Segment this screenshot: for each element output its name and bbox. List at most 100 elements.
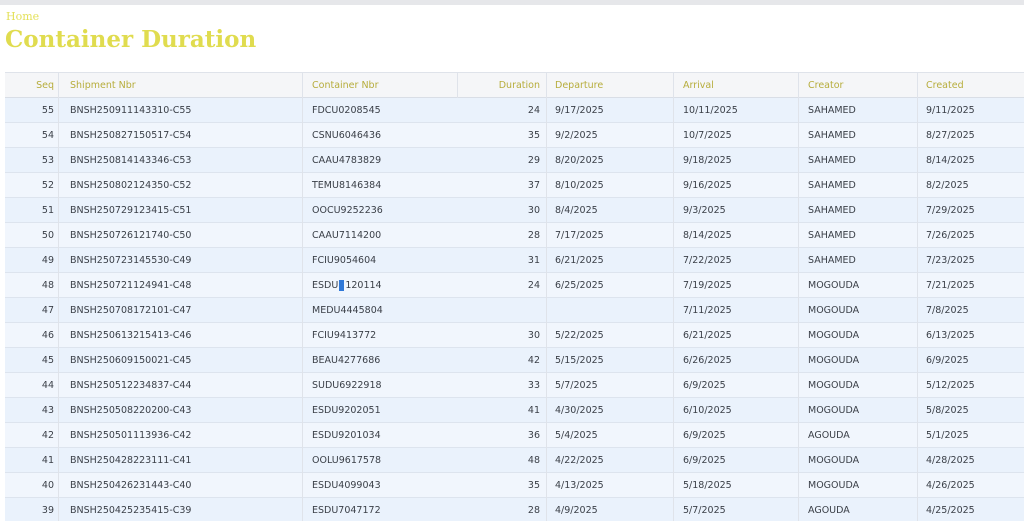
column-header-shipment-nbr[interactable]: Shipment Nbr (58, 73, 302, 98)
cell-container-nbr[interactable]: FCIU9413772 (302, 323, 457, 348)
cell-seq: 54 (41, 130, 54, 141)
cell-container-nbr[interactable]: ESDU7047172 (302, 498, 457, 521)
cell-created: 7/23/2025 (917, 248, 1024, 273)
table-row[interactable]: 54 BNSH250827150517-C54 CSNU6046436 35 9/2/2… (5, 123, 1024, 148)
cell-duration: 24 (527, 105, 540, 116)
cell-creator: MOGOUDA (798, 298, 917, 323)
table-row[interactable]: 55 BNSH250911143310-C55 FDCU0208545 24 9/17/… (5, 98, 1024, 123)
cell-creator: AGOUDA (798, 498, 917, 521)
table-row[interactable]: 46 BNSH250613215413-C46 FCIU9413772 30 5/22/… (5, 323, 1024, 348)
table-row[interactable]: 53 BNSH250814143346-C53 CAAU4783829 29 8/20/… (5, 148, 1024, 173)
cell-arrival: 5/18/2025 (673, 473, 798, 498)
cell-seq: 50 (41, 230, 54, 241)
table-row[interactable]: 48 BNSH250721124941-C48 ESDU 120114 24 6/25/2… (5, 273, 1024, 298)
cell-creator: SAHAMED (798, 123, 917, 148)
table-row[interactable]: 43 BNSH250508220200-C43 ESDU9202051 41 4/30/… (5, 398, 1024, 423)
cell-created: 7/8/2025 (917, 298, 1024, 323)
cell-seq: 40 (41, 480, 54, 491)
cell-created: 5/8/2025 (917, 398, 1024, 423)
cell-container-nbr[interactable]: ESDU9202051 (302, 398, 457, 423)
cell-shipment-nbr: BNSH250911143310-C55 (58, 98, 302, 123)
cell-creator: MOGOUDA (798, 348, 917, 373)
table-row[interactable]: 50 BNSH250726121740-C50 CAAU7114200 28 7/17/… (5, 223, 1024, 248)
cell-departure: 4/22/2025 (546, 448, 673, 473)
cell-arrival: 9/18/2025 (673, 148, 798, 173)
cell-duration: 48 (527, 455, 540, 466)
table-row[interactable]: 44 BNSH250512234837-C44 SUDU6922918 33 5/7/2… (5, 373, 1024, 398)
cell-departure: 8/10/2025 (546, 173, 673, 198)
cell-container-nbr[interactable]: CSNU6046436 (302, 123, 457, 148)
cell-created: 6/9/2025 (917, 348, 1024, 373)
cell-duration: 37 (527, 180, 540, 191)
cell-creator: MOGOUDA (798, 473, 917, 498)
cell-container-nbr[interactable]: ESDU9201034 (302, 423, 457, 448)
cell-created: 5/12/2025 (917, 373, 1024, 398)
table-row[interactable]: 40 BNSH250426231443-C40 ESDU4099043 35 4/13/… (5, 473, 1024, 498)
cell-arrival: 6/26/2025 (673, 348, 798, 373)
cell-creator: MOGOUDA (798, 273, 917, 298)
table-row[interactable]: 41 BNSH250428223111-C41 OOLU9617578 48 4/22/… (5, 448, 1024, 473)
column-header-creator[interactable]: Creator (798, 73, 917, 98)
cell-duration: 36 (527, 430, 540, 441)
column-header-container-nbr[interactable]: Container Nbr (302, 73, 457, 98)
cell-arrival: 6/10/2025 (673, 398, 798, 423)
container-nbr-part: 120114 (345, 280, 382, 291)
table-row[interactable]: 47 BNSH250708172101-C47 MEDU4445804 7/11/20… (5, 298, 1024, 323)
cell-shipment-nbr: BNSH250827150517-C54 (58, 123, 302, 148)
cell-duration: 30 (527, 205, 540, 216)
cell-shipment-nbr: BNSH250723145530-C49 (58, 248, 302, 273)
cell-duration (457, 298, 546, 323)
cell-departure: 9/17/2025 (546, 98, 673, 123)
cell-creator: SAHAMED (798, 198, 917, 223)
cell-duration: 30 (527, 330, 540, 341)
column-header-duration[interactable]: Duration (457, 73, 546, 98)
cell-container-nbr[interactable]: CAAU7114200 (302, 223, 457, 248)
cell-container-nbr[interactable]: MEDU4445804 (302, 298, 457, 323)
cell-container-nbr[interactable]: ESDU 120114 (302, 273, 457, 298)
container-duration-grid: Seq Shipment Nbr Container Nbr Duration … (5, 72, 1024, 521)
cell-seq: 39 (41, 505, 54, 516)
cell-creator: MOGOUDA (798, 448, 917, 473)
column-header-created[interactable]: Created (917, 73, 1024, 98)
cell-seq: 44 (41, 380, 54, 391)
cell-container-nbr[interactable]: ESDU4099043 (302, 473, 457, 498)
cell-creator: SAHAMED (798, 248, 917, 273)
cell-departure: 5/22/2025 (546, 323, 673, 348)
breadcrumb-home-link[interactable]: Home (6, 10, 39, 23)
table-row[interactable]: 42 BNSH250501113936-C42 ESDU9201034 36 5/4/2… (5, 423, 1024, 448)
table-row[interactable]: 49 BNSH250723145530-C49 FCIU9054604 31 6/21/… (5, 248, 1024, 273)
page-title: Container Duration (5, 26, 257, 53)
cell-container-nbr[interactable]: FCIU9054604 (302, 248, 457, 273)
cell-container-nbr[interactable]: CAAU4783829 (302, 148, 457, 173)
cell-departure: 5/7/2025 (546, 373, 673, 398)
cell-seq: 41 (41, 455, 54, 466)
cell-seq: 52 (41, 180, 54, 191)
table-row[interactable]: 51 BNSH250729123415-C51 OOCU9252236 30 8/4/2… (5, 198, 1024, 223)
cell-container-nbr[interactable]: OOCU9252236 (302, 198, 457, 223)
cell-container-nbr[interactable]: BEAU4277686 (302, 348, 457, 373)
table-row[interactable]: 45 BNSH250609150021-C45 BEAU4277686 42 5/15/… (5, 348, 1024, 373)
cell-seq: 55 (41, 105, 54, 116)
cell-created: 8/2/2025 (917, 173, 1024, 198)
cell-created: 8/14/2025 (917, 148, 1024, 173)
cell-duration: 35 (527, 130, 540, 141)
cell-container-nbr[interactable]: OOLU9617578 (302, 448, 457, 473)
table-row[interactable]: 39 BNSH250425235415-C39 ESDU7047172 28 4/9/2… (5, 498, 1024, 521)
cell-duration: 35 (527, 480, 540, 491)
table-row[interactable]: 52 BNSH250802124350-C52 TEMU8146384 37 8/10/… (5, 173, 1024, 198)
cell-created: 4/26/2025 (917, 473, 1024, 498)
column-header-departure[interactable]: Departure (546, 73, 673, 98)
cell-departure (546, 298, 673, 323)
cell-container-nbr[interactable]: FDCU0208545 (302, 98, 457, 123)
cell-container-nbr[interactable]: SUDU6922918 (302, 373, 457, 398)
cell-container-nbr[interactable]: TEMU8146384 (302, 173, 457, 198)
cell-arrival: 6/21/2025 (673, 323, 798, 348)
cell-departure: 5/4/2025 (546, 423, 673, 448)
cell-arrival: 7/22/2025 (673, 248, 798, 273)
cell-arrival: 6/9/2025 (673, 373, 798, 398)
cell-creator: MOGOUDA (798, 398, 917, 423)
column-header-seq[interactable]: Seq (5, 73, 58, 98)
cell-shipment-nbr: BNSH250501113936-C42 (58, 423, 302, 448)
cell-duration: 29 (527, 155, 540, 166)
column-header-arrival[interactable]: Arrival (673, 73, 798, 98)
